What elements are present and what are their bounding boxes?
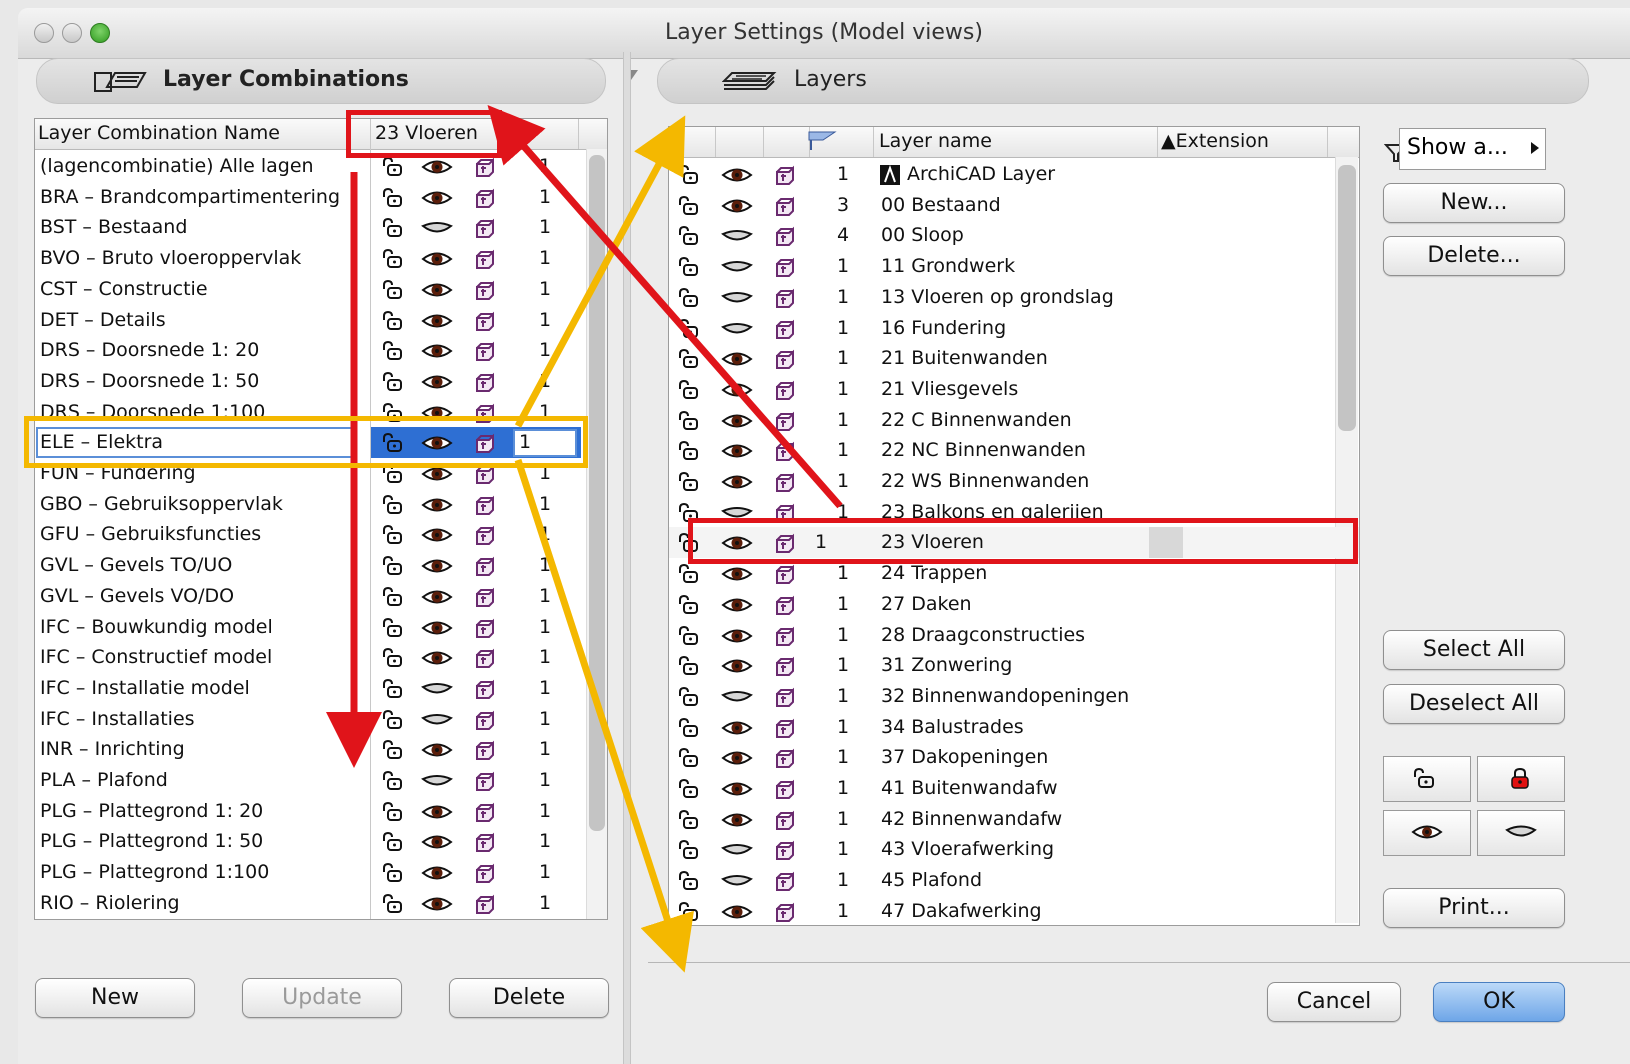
yellow-highlight-selected-combination [24, 416, 588, 468]
yellow-arrow-up [514, 115, 686, 428]
yellow-arrow-down [514, 458, 694, 973]
red-highlight-combo-column [346, 110, 502, 158]
red-highlight-layer-row [688, 518, 1358, 564]
